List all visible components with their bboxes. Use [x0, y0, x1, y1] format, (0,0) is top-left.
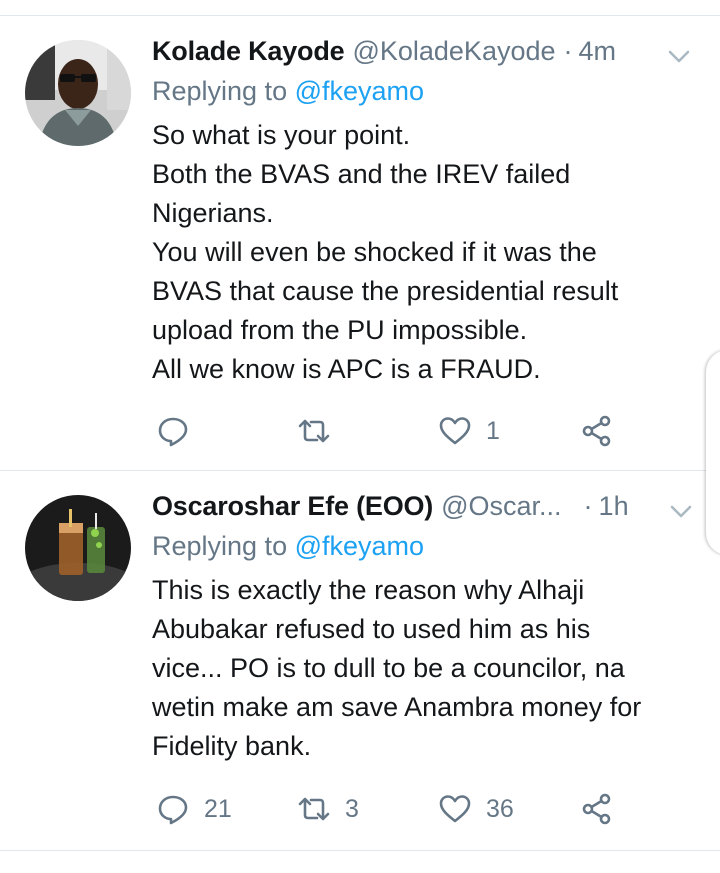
tweet-card[interactable]: Oscaroshar Efe (EOO) @Oscar... · 1h Repl… [0, 471, 720, 850]
tweet-actions: 1 [152, 411, 622, 451]
edge-scroll-handle[interactable] [706, 350, 720, 555]
chevron-down-icon[interactable] [668, 50, 690, 64]
divider-bottom [0, 850, 720, 851]
reply-button[interactable] [156, 411, 204, 451]
share-icon [582, 415, 611, 447]
like-count: 36 [486, 794, 514, 823]
reply-icon [158, 795, 188, 825]
tweet-line: Nigerians. [152, 198, 274, 228]
separator-dot: · [563, 36, 573, 66]
tweet-line: vice... PO is to dull to be a councilor,… [152, 653, 625, 683]
reply-mention-link[interactable]: @fkeyamo [295, 76, 424, 106]
reply-count: 21 [204, 794, 232, 823]
separator-dot: · [583, 491, 593, 521]
tweet-line: You will even be shocked if it was the [152, 237, 597, 267]
tweet-header: Oscaroshar Efe (EOO) @Oscar... · 1h [152, 491, 692, 529]
retweet-button[interactable] [297, 411, 345, 451]
tweet-line: This is exactly the reason why Alhaji [152, 575, 585, 605]
like-button[interactable]: 1 [438, 411, 500, 451]
reply-button[interactable]: 21 [156, 789, 232, 829]
author-name[interactable]: Kolade Kayode [152, 36, 345, 67]
tweet-text: So what is your point. Both the BVAS and… [152, 116, 692, 389]
author-handle[interactable]: @Oscar... [441, 491, 561, 522]
tweet-line: So what is your point. [152, 120, 411, 150]
tweet-line: Both the BVAS and the IREV failed [152, 159, 571, 189]
timestamp[interactable]: 1h [599, 491, 629, 522]
tweet-line: Abubakar refused to used him as his [152, 614, 591, 644]
retweet-count: 3 [345, 794, 359, 823]
replying-to: Replying to @fkeyamo [152, 531, 692, 569]
chevron-down-icon[interactable] [670, 505, 692, 519]
like-icon [439, 795, 471, 823]
replying-to: Replying to @fkeyamo [152, 76, 692, 114]
like-count: 1 [486, 416, 500, 445]
share-button[interactable] [580, 789, 614, 829]
reply-mention-link[interactable]: @fkeyamo [295, 531, 424, 561]
retweet-icon [298, 797, 330, 821]
share-icon [582, 793, 611, 825]
tweet-header: Kolade Kayode @KoladeKayode · 4m [152, 36, 692, 74]
tweet-line: Fidelity bank. [152, 731, 312, 761]
like-icon [439, 417, 471, 445]
tweet-actions: 21 3 36 [152, 789, 622, 829]
author-handle[interactable]: @KoladeKayode [352, 36, 555, 67]
tweet-line: wetin make am save Anambra money for [152, 692, 642, 722]
replying-prefix: Replying to [152, 76, 295, 106]
reply-icon [158, 417, 188, 447]
like-button[interactable]: 36 [438, 789, 514, 829]
share-button[interactable] [580, 411, 614, 451]
tweet-text: This is exactly the reason why Alhaji Ab… [152, 571, 692, 766]
author-name[interactable]: Oscaroshar Efe (EOO) [152, 491, 433, 522]
timestamp[interactable]: 4m [579, 36, 617, 67]
avatar[interactable] [25, 495, 131, 601]
tweet-line: All we know is APC is a FRAUD. [152, 354, 541, 384]
tweet-line: upload from the PU impossible. [152, 315, 528, 345]
retweet-button[interactable]: 3 [297, 789, 359, 829]
avatar[interactable] [25, 40, 131, 146]
retweet-icon [298, 419, 330, 443]
tweet-line: BVAS that cause the presidential result [152, 276, 619, 306]
tweet-card[interactable]: Kolade Kayode @KoladeKayode · 4m Replyin… [0, 16, 720, 470]
replying-prefix: Replying to [152, 531, 295, 561]
